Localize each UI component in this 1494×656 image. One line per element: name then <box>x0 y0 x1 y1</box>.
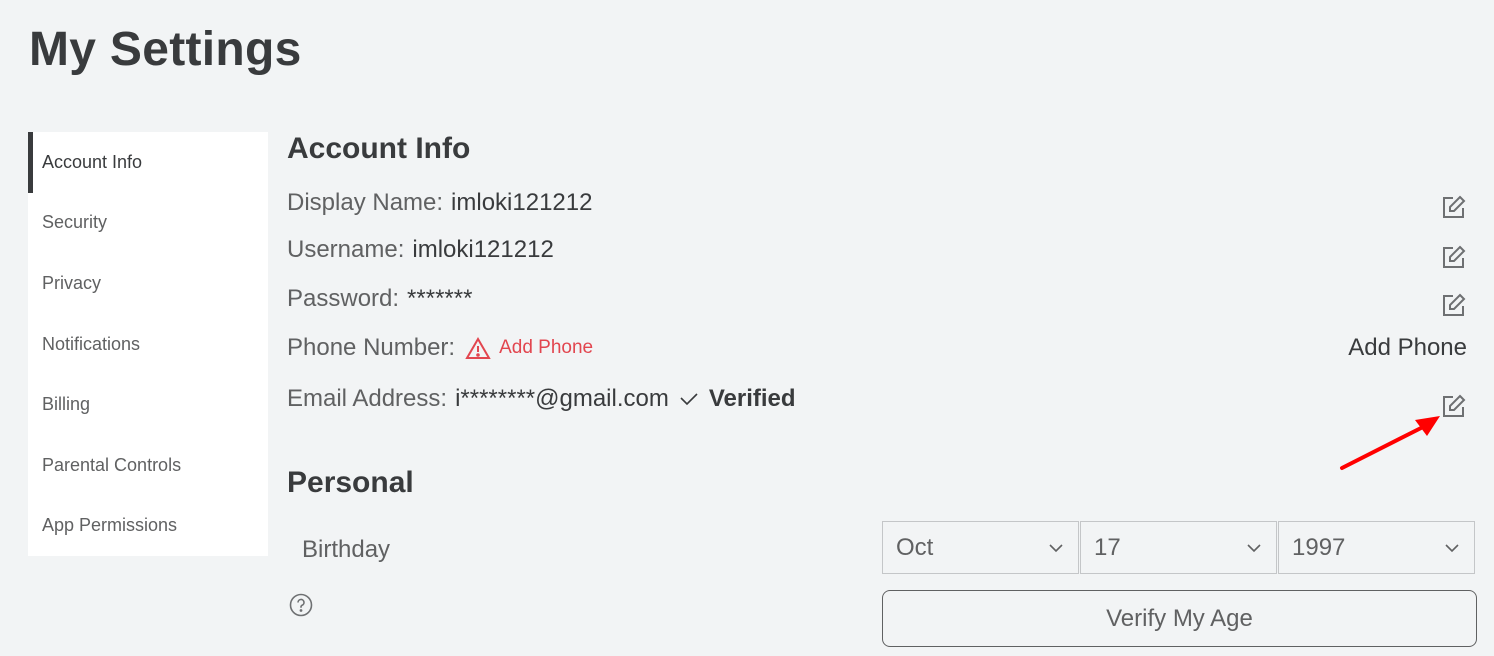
verify-my-age-button[interactable]: Verify My Age <box>882 590 1477 647</box>
account-info-heading: Account Info <box>287 132 471 165</box>
birthday-label: Birthday <box>302 536 391 563</box>
phone-row: Phone Number: Add Phone Add Phone <box>287 332 1477 364</box>
sidebar-item-app-permissions[interactable]: App Permissions <box>28 496 268 557</box>
birthday-day-value: 17 <box>1094 533 1121 561</box>
sidebar-item-notifications[interactable]: Notifications <box>28 314 268 375</box>
sidebar-item-label: Security <box>42 212 108 233</box>
sidebar-item-label: Account Info <box>42 151 143 172</box>
email-row: Email Address: i********@gmail.com Verif… <box>287 383 1477 418</box>
birthday-day-select[interactable]: 17 <box>1080 521 1277 574</box>
birthday-month-select[interactable]: Oct <box>882 521 1079 574</box>
add-phone-warning-label: Add Phone <box>499 337 594 358</box>
edit-email-button[interactable] <box>1442 394 1466 418</box>
add-phone-button[interactable]: Add Phone <box>1348 334 1467 362</box>
page-title: My Settings <box>29 23 302 76</box>
question-circle-icon <box>289 593 313 617</box>
sidebar-item-label: App Permissions <box>42 515 178 536</box>
edit-icon <box>1443 293 1466 316</box>
sidebar-item-label: Parental Controls <box>42 454 182 475</box>
birthday-help-button[interactable] <box>289 593 313 617</box>
annotation-arrow-icon <box>1340 416 1440 470</box>
sidebar-item-security[interactable]: Security <box>28 193 268 254</box>
password-label: Password: <box>287 285 400 312</box>
display-name-label: Display Name: <box>287 189 444 216</box>
birthday-year-value: 1997 <box>1292 533 1346 561</box>
edit-display-name-button[interactable] <box>1442 195 1466 219</box>
sidebar-item-parental-controls[interactable]: Parental Controls <box>28 435 268 496</box>
checkmark-icon <box>680 393 698 406</box>
username-row: Username: imloki121212 <box>287 234 1477 269</box>
sidebar-item-account-info[interactable]: Account Info <box>28 132 268 193</box>
warning-triangle-icon <box>465 336 491 359</box>
edit-password-button[interactable] <box>1442 293 1466 317</box>
edit-username-button[interactable] <box>1442 245 1466 269</box>
sidebar-item-privacy[interactable]: Privacy <box>28 253 268 314</box>
chevron-down-icon <box>1445 543 1459 552</box>
username-value: imloki121212 <box>412 236 554 263</box>
birthday-year-select[interactable]: 1997 <box>1278 521 1475 574</box>
email-value: i********@gmail.com <box>455 385 669 412</box>
email-label: Email Address: <box>287 385 448 412</box>
password-value: ******* <box>407 285 473 312</box>
birthday-selects: Oct 17 1997 <box>882 521 1476 574</box>
sidebar-item-label: Billing <box>42 394 91 415</box>
email-verified-status: Verified <box>708 385 796 412</box>
edit-icon <box>1443 245 1466 268</box>
sidebar-item-billing[interactable]: Billing <box>28 374 268 435</box>
edit-icon <box>1443 394 1466 417</box>
sidebar-item-label: Notifications <box>42 333 141 354</box>
add-phone-link[interactable]: Add Phone <box>465 336 594 360</box>
display-name-value: imloki121212 <box>451 189 593 216</box>
phone-label: Phone Number: <box>287 334 456 361</box>
sidebar-item-label: Privacy <box>42 272 102 293</box>
birthday-month-value: Oct <box>896 533 934 561</box>
personal-heading: Personal <box>287 466 414 499</box>
settings-sidebar: Account Info Security Privacy Notificati… <box>28 132 268 556</box>
edit-icon <box>1443 195 1466 218</box>
chevron-down-icon <box>1247 543 1261 552</box>
email-verified-badge: Verified <box>679 385 796 413</box>
chevron-down-icon <box>1049 543 1063 552</box>
username-label: Username: <box>287 236 405 263</box>
display-name-row: Display Name: imloki121212 <box>287 187 1477 219</box>
password-row: Password: ******* <box>287 283 1477 317</box>
